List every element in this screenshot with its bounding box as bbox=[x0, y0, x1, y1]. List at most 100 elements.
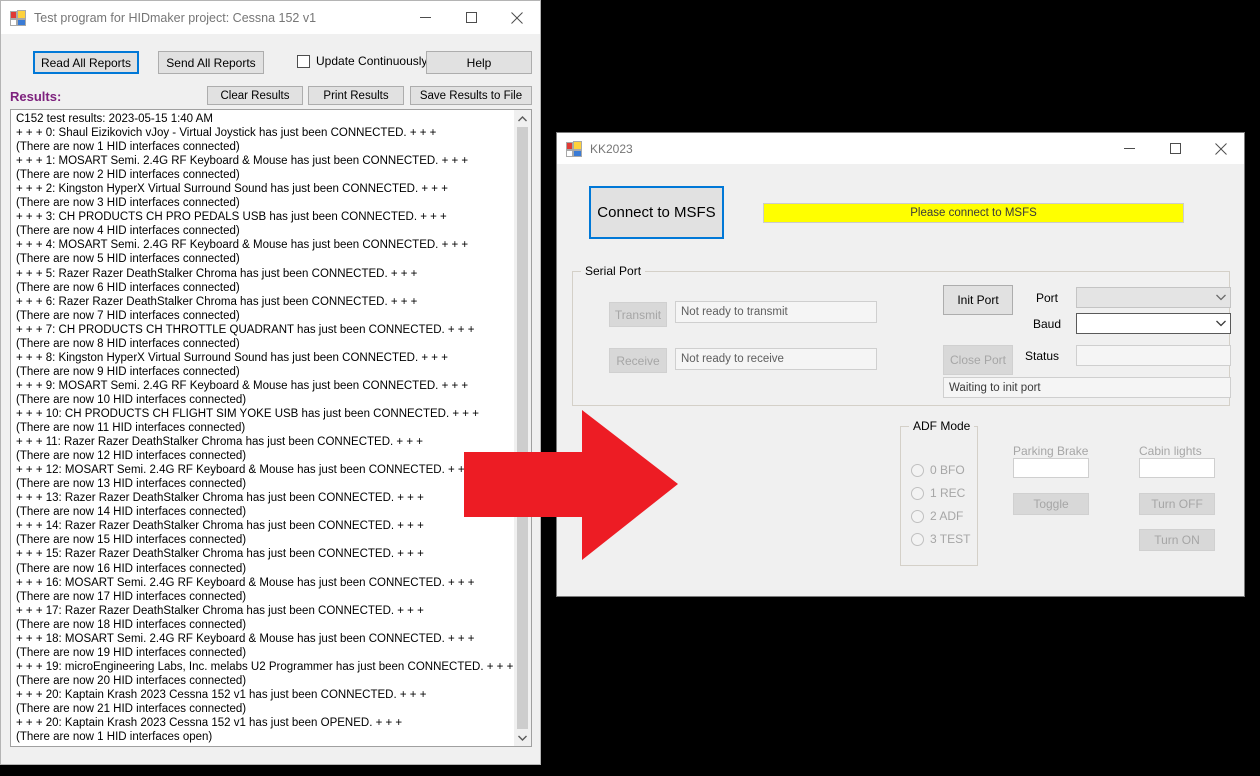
app-window-icon bbox=[566, 140, 582, 157]
adf-mode-radio-label: 2 ADF bbox=[930, 509, 964, 523]
result-line: + + + 18: MOSART Semi. 2.4G RF Keyboard … bbox=[16, 632, 475, 645]
update-continuously-checkbox[interactable]: Update Continuously bbox=[297, 54, 427, 68]
hidmaker-titlebar[interactable]: Test program for HIDmaker project: Cessn… bbox=[1, 1, 540, 34]
parking-brake-label: Parking Brake bbox=[1013, 444, 1089, 458]
chevron-down-icon bbox=[1212, 320, 1230, 327]
cabin-lights-turn-off-button[interactable]: Turn OFF bbox=[1139, 493, 1215, 515]
result-line: (There are now 14 HID interfaces connect… bbox=[16, 506, 247, 519]
result-line: + + + 19: microEngineering Labs, Inc. me… bbox=[16, 660, 513, 673]
adf-mode-radio-2-adf[interactable]: 2 ADF bbox=[911, 509, 963, 523]
result-line: (There are now 8 HID interfaces connecte… bbox=[16, 337, 240, 350]
maximize-icon[interactable] bbox=[448, 3, 494, 33]
kk2023-titlebar[interactable]: KK2023 bbox=[557, 133, 1244, 164]
parking-brake-toggle-button[interactable]: Toggle bbox=[1013, 493, 1089, 515]
minimize-icon[interactable] bbox=[1106, 134, 1152, 164]
msfs-status-banner: Please connect to MSFS bbox=[763, 203, 1184, 223]
adf-mode-radio-0-bfo[interactable]: 0 BFO bbox=[911, 463, 965, 477]
result-line: + + + 10: CH PRODUCTS CH FLIGHT SIM YOKE… bbox=[16, 407, 479, 420]
cabin-lights-field[interactable] bbox=[1139, 458, 1215, 478]
result-line: + + + 2: Kingston HyperX Virtual Surroun… bbox=[16, 183, 448, 196]
result-line: (There are now 12 HID interfaces connect… bbox=[16, 450, 247, 463]
print-results-button[interactable]: Print Results bbox=[308, 86, 404, 105]
result-line: + + + 13: Razer Razer DeathStalker Chrom… bbox=[16, 492, 424, 505]
kk2023-window-title: KK2023 bbox=[590, 141, 633, 156]
result-line: + + + 20: Kaptain Krash 2023 Cessna 152 … bbox=[16, 688, 427, 701]
receive-button[interactable]: Receive bbox=[609, 348, 667, 373]
result-line: + + + 3: CH PRODUCTS CH PRO PEDALS USB h… bbox=[16, 211, 447, 224]
baud-dropdown[interactable] bbox=[1076, 313, 1231, 334]
checkbox-box-icon[interactable] bbox=[297, 54, 310, 68]
maximize-icon[interactable] bbox=[1152, 134, 1198, 164]
result-line: (There are now 1 HID interfaces open) bbox=[16, 731, 213, 744]
result-line: + + + 1: MOSART Semi. 2.4G RF Keyboard &… bbox=[16, 155, 469, 168]
result-line: + + + 5: Razer Razer DeathStalker Chroma… bbox=[16, 267, 418, 280]
cabin-lights-turn-on-button[interactable]: Turn ON bbox=[1139, 529, 1215, 551]
results-textbox[interactable]: C152 test results: 2023-05-15 1:40 AM + +… bbox=[10, 109, 532, 747]
receive-status-field[interactable]: Not ready to receive bbox=[675, 348, 877, 370]
result-line: (There are now 7 HID interfaces connecte… bbox=[16, 309, 240, 322]
result-line: (There are now 20 HID interfaces connect… bbox=[16, 674, 247, 687]
result-line: C152 test results: 2023-05-15 1:40 AM bbox=[16, 113, 213, 125]
result-line: + + + 7: CH PRODUCTS CH THROTTLE QUADRAN… bbox=[16, 323, 475, 336]
result-line: + + + 11: Razer Razer DeathStalker Chrom… bbox=[16, 436, 423, 449]
close-icon[interactable] bbox=[1198, 134, 1244, 164]
radio-circle-icon[interactable] bbox=[911, 463, 924, 477]
port-dropdown[interactable] bbox=[1076, 287, 1231, 308]
transmit-status-field[interactable]: Not ready to transmit bbox=[675, 301, 877, 323]
minimize-icon[interactable] bbox=[402, 3, 448, 33]
result-line: (There are now 2 HID interfaces connecte… bbox=[16, 169, 240, 182]
scroll-down-arrow-icon[interactable] bbox=[514, 729, 531, 746]
result-line: (There are now 9 HID interfaces connecte… bbox=[16, 365, 240, 378]
result-line: (There are now 10 HID interfaces connect… bbox=[16, 393, 247, 406]
adf-mode-radio-label: 3 TEST bbox=[930, 532, 971, 546]
result-line: (There are now 11 HID interfaces connect… bbox=[16, 422, 246, 435]
save-results-to-file-button[interactable]: Save Results to File bbox=[410, 86, 532, 105]
result-line: + + + 0: Shaul Eizikovich vJoy - Virtual… bbox=[16, 127, 437, 140]
connect-to-msfs-button[interactable]: Connect to MSFS bbox=[589, 186, 724, 239]
radio-circle-icon[interactable] bbox=[911, 509, 924, 523]
result-line: (There are now 4 HID interfaces connecte… bbox=[16, 225, 240, 238]
result-line: + + + 8: Kingston HyperX Virtual Surroun… bbox=[16, 351, 448, 364]
result-line: + + + 15: Razer Razer DeathStalker Chrom… bbox=[16, 548, 424, 561]
results-line-container: C152 test results: 2023-05-15 1:40 AM + +… bbox=[11, 110, 513, 746]
result-line: (There are now 6 HID interfaces connecte… bbox=[16, 281, 240, 294]
update-continuously-label: Update Continuously bbox=[316, 54, 428, 68]
port-waiting-field[interactable]: Waiting to init port bbox=[943, 377, 1231, 398]
scrollbar-thumb[interactable] bbox=[517, 127, 528, 729]
adf-mode-radio-3-test[interactable]: 3 TEST bbox=[911, 532, 970, 546]
adf-mode-radio-label: 1 REC bbox=[930, 486, 966, 500]
scroll-up-arrow-icon[interactable] bbox=[514, 110, 531, 127]
close-port-button[interactable]: Close Port bbox=[943, 345, 1013, 375]
kk2023-window: KK2023 Connect to MSFS Please connect to… bbox=[556, 132, 1245, 597]
kk2023-window-controls bbox=[1106, 134, 1244, 164]
adf-mode-groupbox: ADF Mode 0 BFO 1 REC 2 ADF 3 TEST bbox=[900, 419, 978, 566]
clear-results-button[interactable]: Clear Results bbox=[207, 86, 303, 105]
result-line: + + + 6: Razer Razer DeathStalker Chroma… bbox=[16, 295, 418, 308]
baud-label: Baud bbox=[1033, 317, 1062, 331]
radio-circle-icon[interactable] bbox=[911, 486, 924, 500]
serial-port-groupbox: Serial Port Transmit Not ready to transm… bbox=[572, 264, 1231, 406]
result-line: + + + 9: MOSART Semi. 2.4G RF Keyboard &… bbox=[16, 379, 469, 392]
results-label: Results: bbox=[10, 89, 62, 104]
cabin-lights-label: Cabin lights bbox=[1139, 444, 1202, 458]
parking-brake-field[interactable] bbox=[1013, 458, 1089, 478]
send-all-reports-button[interactable]: Send All Reports bbox=[158, 51, 264, 74]
results-vertical-scrollbar[interactable] bbox=[513, 110, 531, 746]
result-line: (There are now 15 HID interfaces connect… bbox=[16, 534, 247, 547]
transmit-button[interactable]: Transmit bbox=[609, 302, 667, 327]
result-line: + + + 12: MOSART Semi. 2.4G RF Keyboard … bbox=[16, 464, 475, 477]
read-all-reports-button[interactable]: Read All Reports bbox=[33, 51, 139, 74]
serial-port-group-title: Serial Port bbox=[581, 264, 646, 278]
status-label: Status bbox=[1025, 349, 1060, 363]
result-line: (There are now 18 HID interfaces connect… bbox=[16, 618, 247, 631]
result-line: (There are now 19 HID interfaces connect… bbox=[16, 646, 247, 659]
close-icon[interactable] bbox=[494, 3, 540, 33]
init-port-button[interactable]: Init Port bbox=[943, 285, 1013, 315]
status-field[interactable] bbox=[1076, 345, 1231, 366]
radio-circle-icon[interactable] bbox=[911, 532, 924, 546]
adf-mode-radio-1-rec[interactable]: 1 REC bbox=[911, 486, 965, 500]
result-line: (There are now 3 HID interfaces connecte… bbox=[16, 197, 240, 210]
result-line: + + + 20: Kaptain Krash 2023 Cessna 152 … bbox=[16, 717, 403, 730]
help-button[interactable]: Help bbox=[426, 51, 532, 74]
result-line: + + + 17: Razer Razer DeathStalker Chrom… bbox=[16, 604, 424, 617]
